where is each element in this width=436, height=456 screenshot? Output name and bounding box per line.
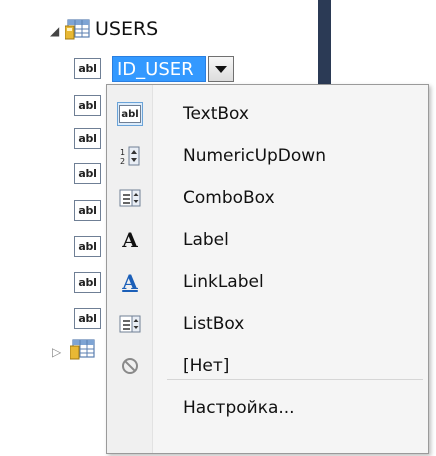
combobox-icon [117, 186, 143, 210]
menu-item-label: LinkLabel [183, 272, 264, 292]
svg-text:1: 1 [120, 148, 125, 157]
table-icon [69, 338, 96, 364]
menu-item-textbox[interactable]: abl TextBox [109, 93, 426, 135]
field-type-textbox-icon[interactable]: abl [74, 95, 101, 116]
panel-divider [318, 0, 331, 88]
menu-item-label: Настройка... [183, 398, 295, 418]
field-type-textbox-icon[interactable]: abl [74, 200, 101, 221]
menu-item-label: TextBox [183, 104, 249, 124]
field-type-textbox-icon[interactable]: abl [74, 58, 101, 79]
menu-item-label-control[interactable]: A Label [109, 219, 426, 261]
listbox-icon [117, 312, 143, 336]
menu-item-linklabel[interactable]: A LinkLabel [109, 261, 426, 303]
menu-item-numericupdown[interactable]: 1 2 NumericUpDown [109, 135, 426, 177]
field-type-textbox-icon[interactable]: abl [74, 308, 101, 329]
field-type-textbox-icon[interactable]: abl [74, 272, 101, 293]
table-name: USERS [95, 18, 159, 40]
field-type-textbox-icon[interactable]: abl [74, 236, 101, 257]
selected-field[interactable]: ID_USER [112, 56, 206, 82]
menu-separator [167, 379, 423, 380]
menu-item-label: ComboBox [183, 188, 275, 208]
field-type-dropdown-button[interactable] [208, 56, 234, 82]
menu-item-label: Label [183, 230, 229, 250]
menu-item-none[interactable]: [Нет] [109, 345, 426, 387]
menu-item-settings[interactable]: Настройка... [109, 387, 426, 429]
numeric-updown-icon: 1 2 [117, 144, 143, 168]
field-type-textbox-icon[interactable]: abl [74, 163, 101, 184]
table-icon [64, 18, 91, 44]
field-type-textbox-icon[interactable]: abl [74, 128, 101, 149]
menu-item-label: ListBox [183, 314, 245, 334]
menu-item-combobox[interactable]: ComboBox [109, 177, 426, 219]
menu-item-label: [Нет] [183, 356, 230, 376]
control-type-menu: abl TextBox 1 2 NumericUpDown ComboBox A… [106, 84, 429, 454]
menu-item-listbox[interactable]: ListBox [109, 303, 426, 345]
svg-text:2: 2 [120, 157, 125, 166]
collapse-arrow-icon[interactable]: ◢ [50, 25, 59, 37]
none-icon [117, 354, 143, 378]
textbox-icon: abl [117, 102, 143, 126]
label-icon: A [122, 228, 138, 252]
menu-item-label: NumericUpDown [183, 146, 326, 166]
expand-arrow-icon[interactable]: ▷ [52, 345, 61, 359]
linklabel-icon: A [122, 270, 138, 294]
chevron-down-icon [215, 65, 227, 73]
